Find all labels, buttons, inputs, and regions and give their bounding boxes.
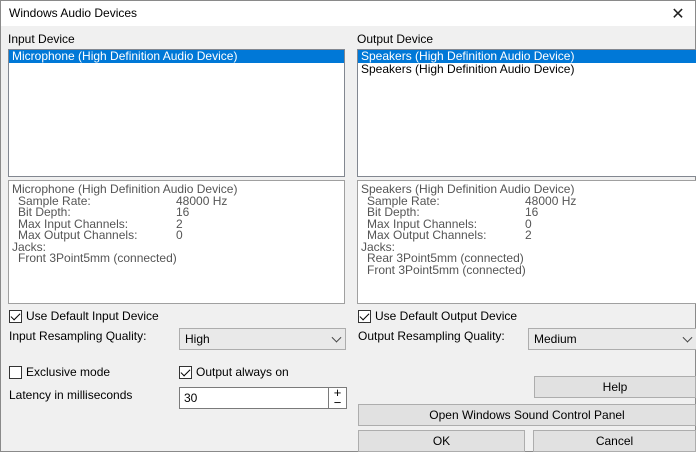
open-sound-panel-button[interactable]: Open Windows Sound Control Panel [358, 404, 696, 426]
use-default-output-label: Use Default Output Device [375, 309, 518, 323]
ok-button[interactable]: OK [358, 430, 525, 452]
input-resampling-label: Input Resampling Quality: [9, 329, 147, 343]
use-default-input-label: Use Default Input Device [26, 309, 159, 323]
input-jack-item: Front 3Point5mm (connected) [18, 251, 177, 265]
help-button[interactable]: Help [534, 376, 696, 398]
output-jacks-label: Jacks: [361, 239, 396, 254]
output-jack-item: Front 3Point5mm (connected) [367, 262, 526, 277]
output-resampling-value: Medium [534, 332, 577, 346]
chevron-down-icon [331, 332, 342, 343]
output-info-value: 2 [525, 228, 532, 242]
input-device-list[interactable]: Microphone (High Definition Audio Device… [8, 49, 345, 177]
window-title: Windows Audio Devices [9, 6, 138, 20]
latency-label: Latency in milliseconds [9, 388, 133, 402]
input-info-value: 0 [176, 228, 183, 242]
output-always-on-checkbox[interactable]: Output always on [179, 365, 289, 379]
audio-devices-dialog: Windows Audio Devices ✕ Input Device Mic… [0, 0, 696, 452]
title-bar: Windows Audio Devices ✕ [1, 1, 695, 26]
output-device-label: Output Device [357, 32, 434, 46]
checkbox-icon[interactable] [358, 309, 371, 323]
latency-value: 30 [184, 391, 198, 405]
spin-down-icon[interactable]: − [329, 396, 346, 409]
cancel-button[interactable]: Cancel [533, 430, 696, 452]
input-resampling-value: High [185, 332, 210, 346]
input-device-label: Input Device [8, 32, 75, 46]
chevron-down-icon [682, 332, 693, 343]
input-jacks-label: Jacks: [12, 239, 47, 254]
output-device-item[interactable]: Speakers (High Definition Audio Device) [358, 63, 696, 76]
output-always-on-label: Output always on [196, 365, 289, 379]
latency-input[interactable]: 30 + − [179, 386, 347, 409]
output-device-info: Speakers (High Definition Audio Device) … [357, 180, 696, 304]
output-device-list[interactable]: Speakers (High Definition Audio Device) … [357, 49, 696, 177]
input-resampling-select[interactable]: High [179, 328, 346, 350]
checkbox-icon[interactable] [9, 365, 22, 379]
exclusive-mode-checkbox[interactable]: Exclusive mode [9, 365, 110, 379]
checkbox-icon[interactable] [179, 365, 192, 379]
input-device-item[interactable]: Microphone (High Definition Audio Device… [9, 50, 344, 63]
close-icon[interactable]: ✕ [661, 1, 695, 26]
output-resampling-label: Output Resampling Quality: [358, 329, 505, 343]
use-default-input-checkbox[interactable]: Use Default Input Device [9, 309, 159, 323]
latency-spinner[interactable]: + − [328, 386, 346, 409]
exclusive-mode-label: Exclusive mode [26, 365, 111, 379]
use-default-output-checkbox[interactable]: Use Default Output Device [358, 309, 517, 323]
checkbox-icon[interactable] [9, 309, 22, 323]
input-device-info: Microphone (High Definition Audio Device… [8, 180, 345, 304]
output-resampling-select[interactable]: Medium [528, 328, 696, 350]
